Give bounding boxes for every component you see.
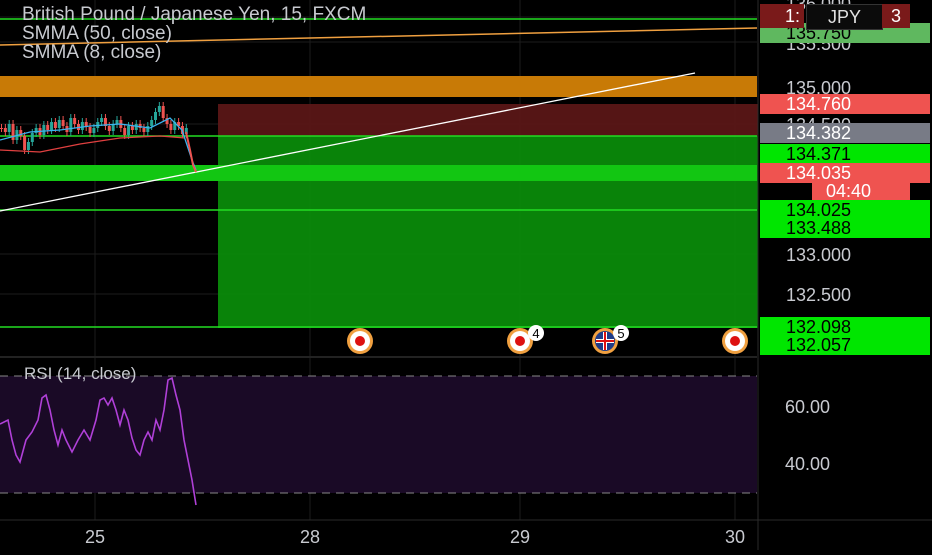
rsi-tick-label: 60.00 xyxy=(785,397,830,417)
price-tag-label: 134.382 xyxy=(786,123,851,143)
stop-loss-zone[interactable] xyxy=(218,104,758,136)
rsi-tick-label: 40.00 xyxy=(785,454,830,474)
rsi-band xyxy=(0,376,757,493)
candle-body xyxy=(57,120,61,128)
event-badge-count: 5 xyxy=(617,326,624,341)
candle-body xyxy=(142,128,146,132)
candle-body xyxy=(61,120,65,126)
currency-suffix: 3 xyxy=(882,4,910,28)
uk-flag-icon[interactable]: 5 xyxy=(592,325,629,354)
chart-area[interactable]: 136.000135.500135.000134.500133.000132.5… xyxy=(0,0,932,550)
candle-body xyxy=(123,128,127,135)
candle-body xyxy=(130,126,134,130)
price-candles xyxy=(0,102,197,173)
rsi-axis[interactable]: 60.00 40.00 xyxy=(785,397,830,474)
event-target-icon[interactable] xyxy=(347,328,373,354)
rsi-legend[interactable]: RSI (14, close) xyxy=(24,364,136,384)
event-target-icon[interactable] xyxy=(722,328,748,354)
candle-body xyxy=(150,120,154,126)
time-label: 30 xyxy=(725,527,745,547)
time-label: 29 xyxy=(510,527,530,547)
candle-body xyxy=(73,118,77,124)
price-tick-label: 133.000 xyxy=(786,245,851,265)
candle-body xyxy=(107,126,111,131)
candle-body xyxy=(146,126,150,132)
candle-body xyxy=(100,118,104,122)
candle-body xyxy=(157,106,161,112)
price-tag-label: 132.057 xyxy=(786,335,851,355)
candle-body xyxy=(46,125,50,130)
candle-body xyxy=(127,126,131,135)
smma8-legend[interactable]: SMMA (8, close) xyxy=(22,42,161,64)
candle-body xyxy=(42,125,46,135)
price-tag-label: 04:40 xyxy=(826,181,871,201)
resistance-zone xyxy=(0,76,757,97)
pane-divider[interactable] xyxy=(0,356,757,358)
candle-body xyxy=(69,118,73,132)
candle-body xyxy=(80,122,84,130)
candle-body xyxy=(50,122,54,130)
candle-body xyxy=(26,142,30,150)
currency-selector[interactable]: JPY xyxy=(806,4,883,30)
currency-prefix: 1: xyxy=(760,4,804,28)
candle-body xyxy=(53,122,57,128)
price-tag-label: 133.488 xyxy=(786,218,851,238)
time-axis[interactable]: 25 28 29 30 xyxy=(85,527,745,547)
event-badge-count: 4 xyxy=(532,326,539,341)
price-tags: 135.750134.760134.382134.371134.03504:40… xyxy=(760,23,930,355)
event-target-icon[interactable]: 4 xyxy=(507,325,544,354)
price-tag-label: 132.098 xyxy=(786,317,851,337)
candle-body xyxy=(30,133,34,142)
price-tag-label: 134.760 xyxy=(786,94,851,114)
candle-body xyxy=(115,120,119,124)
take-profit-zone[interactable] xyxy=(218,136,758,328)
candle-body xyxy=(92,128,96,133)
candle-body xyxy=(169,124,173,130)
candle-body xyxy=(0,128,3,129)
time-label: 28 xyxy=(300,527,320,547)
price-tag-label: 134.035 xyxy=(786,163,851,183)
price-tag-label: 134.025 xyxy=(786,200,851,220)
candle-body xyxy=(23,136,27,150)
candle-body xyxy=(154,112,157,120)
candle-body xyxy=(7,124,11,132)
candle-body xyxy=(3,128,7,132)
event-markers: 45 xyxy=(347,325,748,354)
entry-zone[interactable] xyxy=(0,165,757,181)
time-label: 25 xyxy=(85,527,105,547)
candle-body xyxy=(134,124,138,130)
candle-body xyxy=(11,124,15,140)
price-tag-label: 134.371 xyxy=(786,144,851,164)
chart-canvas[interactable]: 136.000135.500135.000134.500133.000132.5… xyxy=(0,0,932,550)
price-tick-label: 132.500 xyxy=(786,285,851,305)
candle-body xyxy=(88,127,92,133)
candle-body xyxy=(161,106,165,118)
